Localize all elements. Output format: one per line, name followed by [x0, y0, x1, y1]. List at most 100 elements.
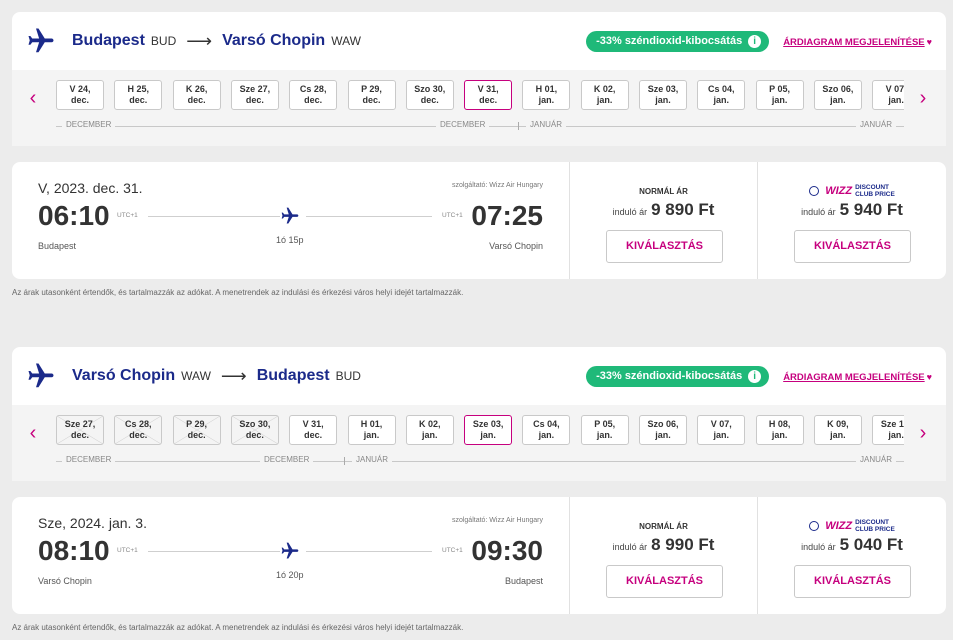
date-cell[interactable]: Szo 30, dec. [405, 80, 454, 110]
arrival-utc: UTC+1 [442, 212, 463, 219]
month-label: JANUÁR [526, 120, 567, 129]
date-cell[interactable]: H 08, jan. [755, 415, 804, 445]
month-timeline: DECEMBER DECEMBER JANUÁR JANUÁR [56, 455, 904, 469]
normal-price-label: NORMÁL ÁR [639, 187, 688, 196]
date-cell-month: jan. [771, 430, 788, 440]
date-cell[interactable]: P 29, dec. [347, 80, 396, 110]
prev-dates-chevron-icon[interactable]: ‹ [24, 87, 42, 110]
date-cell[interactable]: H 25, dec. [114, 80, 163, 110]
date-cell-day: V 24, [69, 84, 91, 94]
date-cell[interactable]: K 09, jan. [813, 415, 862, 445]
date-cell-day: P 29, [186, 419, 208, 429]
co2-badge[interactable]: -33% széndioxid-kibocsátás i [586, 365, 770, 387]
flight-info: Sze, 2024. jan. 3. szolgáltató: Wizz Air… [12, 497, 570, 614]
date-cell-month: dec. [129, 95, 148, 105]
next-dates-chevron-icon[interactable]: › [914, 422, 932, 445]
date-cell[interactable]: Szo 06, jan. [813, 80, 862, 110]
info-icon[interactable]: i [748, 34, 762, 48]
heart-icon: ♥ [926, 37, 932, 47]
date-cell-day: Cs 28, [299, 84, 327, 94]
date-cell-month: dec. [187, 430, 206, 440]
date-selector: ‹ Sze 27, dec. Cs 28, dec. P 29, dec. Szo 30, d… [12, 405, 946, 481]
date-cell[interactable]: Sze 27, dec. [230, 80, 279, 110]
route-arrow-icon: ⟶ [220, 365, 247, 386]
price-diagram-link[interactable]: ÁRDIAGRAM MEGJELENÍTÉSE ♥ [783, 32, 932, 50]
route-header: Varsó Chopin WAW ⟶ Budapest BUD -33% szé… [12, 347, 946, 405]
origin-code: BUD [150, 34, 177, 48]
arrival-time: 09:30 [471, 535, 543, 566]
date-cell-month: jan. [830, 95, 846, 105]
co2-badge[interactable]: -33% széndioxid-kibocsátás i [586, 30, 770, 52]
normal-price-label: NORMÁL ÁR [639, 522, 688, 531]
next-dates-chevron-icon[interactable]: › [914, 87, 932, 110]
date-cell[interactable]: V 31, dec. [464, 80, 513, 110]
date-cell[interactable]: K 26, dec. [172, 80, 221, 110]
date-cell-month: dec. [129, 430, 148, 440]
info-icon[interactable]: i [748, 369, 762, 383]
origin-code: WAW [181, 369, 211, 383]
date-cell[interactable]: V 07,jan. [872, 80, 904, 110]
date-cell-day: H 01, [360, 419, 383, 429]
date-cell[interactable]: Cs 04, jan. [697, 80, 746, 110]
date-cell-day: Szo 30, [414, 84, 446, 94]
date-cell[interactable]: K 02, jan. [580, 80, 629, 110]
return-header-panel: Varsó Chopin WAW ⟶ Budapest BUD -33% szé… [12, 347, 946, 481]
flight-card: Sze, 2024. jan. 3. szolgáltató: Wizz Air… [12, 497, 946, 614]
date-cell-day: K 02, [419, 419, 441, 429]
date-cell-month: jan. [422, 430, 438, 440]
date-cell-day: Sze 03, [472, 419, 504, 429]
date-cell[interactable]: Cs 04, jan. [522, 415, 571, 445]
date-cell-month: dec. [245, 430, 264, 440]
date-cell-day: K 09, [827, 419, 849, 429]
date-cell[interactable]: V 31, dec. [289, 415, 338, 445]
date-cell[interactable]: V 07,jan. [697, 415, 746, 445]
date-cell[interactable]: P 05, jan. [580, 415, 629, 445]
select-normal-button[interactable]: KIVÁLASZTÁS [606, 565, 723, 598]
date-cell[interactable]: Szo 06, jan. [639, 415, 687, 445]
date-cell[interactable]: Sze 03, jan. [464, 415, 513, 445]
date-cell-month: jan. [771, 95, 788, 105]
date-cell-month: jan. [655, 95, 671, 105]
route-header: Budapest BUD ⟶ Varsó Chopin WAW -33% szé… [12, 12, 946, 70]
flight-date: V, 2023. dec. 31. [38, 180, 143, 196]
price-diagram-link[interactable]: ÁRDIAGRAM MEGJELENÍTÉSE ♥ [783, 367, 932, 385]
date-cell[interactable]: Sze 10,jan. [872, 415, 904, 445]
normal-price: 9 890 Ft [651, 200, 715, 219]
date-cell[interactable]: Cs 28, dec. [289, 80, 338, 110]
club-price: 5 040 Ft [839, 535, 903, 554]
co2-badge-label: -33% széndioxid-kibocsátás [596, 370, 743, 382]
month-label: DECEMBER [260, 455, 314, 464]
price-note: Az árak utasonként értendők, és tartalma… [12, 623, 464, 632]
date-cell[interactable]: P 05, jan. [755, 80, 804, 110]
club-price-panel: WIZZ DISCOUNT CLUB PRICE induló ár 5 940 Ft… [758, 162, 946, 279]
date-cell-month: jan. [830, 430, 846, 440]
prev-dates-chevron-icon[interactable]: ‹ [24, 422, 42, 445]
normal-price: 8 990 Ft [651, 535, 715, 554]
select-normal-button[interactable]: KIVÁLASZTÁS [606, 230, 723, 263]
from-label: induló ár [612, 207, 648, 217]
price-diagram-link-label: ÁRDIAGRAM MEGJELENÍTÉSE [783, 37, 925, 48]
select-club-button[interactable]: KIVÁLASZTÁS [794, 230, 911, 263]
date-cell[interactable]: K 02, jan. [405, 415, 454, 445]
date-cell[interactable]: V 24, dec. [56, 80, 104, 110]
date-cell[interactable]: H 01, jan. [522, 80, 571, 110]
timeline-line [56, 461, 904, 462]
date-cell-month: dec. [70, 430, 89, 440]
date-cell-day: V 31, [302, 419, 324, 429]
date-cell: P 29, dec. [172, 415, 221, 445]
flight-card: V, 2023. dec. 31. szolgáltató: Wizz Air … [12, 162, 946, 279]
departure-utc: UTC+1 [117, 212, 138, 219]
arrival-time: 07:25 [471, 200, 543, 231]
month-label: JANUÁR [352, 455, 393, 464]
date-cell-month: jan. [888, 95, 904, 105]
date-cell[interactable]: H 01, jan. [347, 415, 396, 445]
departure-time: 06:10 [38, 200, 110, 231]
date-cell-day: V 31, [477, 84, 499, 94]
from-label: induló ár [612, 542, 648, 552]
date-cell-month: jan. [888, 430, 904, 440]
select-club-button[interactable]: KIVÁLASZTÁS [794, 565, 911, 598]
date-cell[interactable]: Sze 03, jan. [639, 80, 687, 110]
month-divider [344, 457, 345, 465]
date-cell: Cs 28, dec. [114, 415, 163, 445]
date-cell-day: Sze 27, [239, 84, 271, 94]
